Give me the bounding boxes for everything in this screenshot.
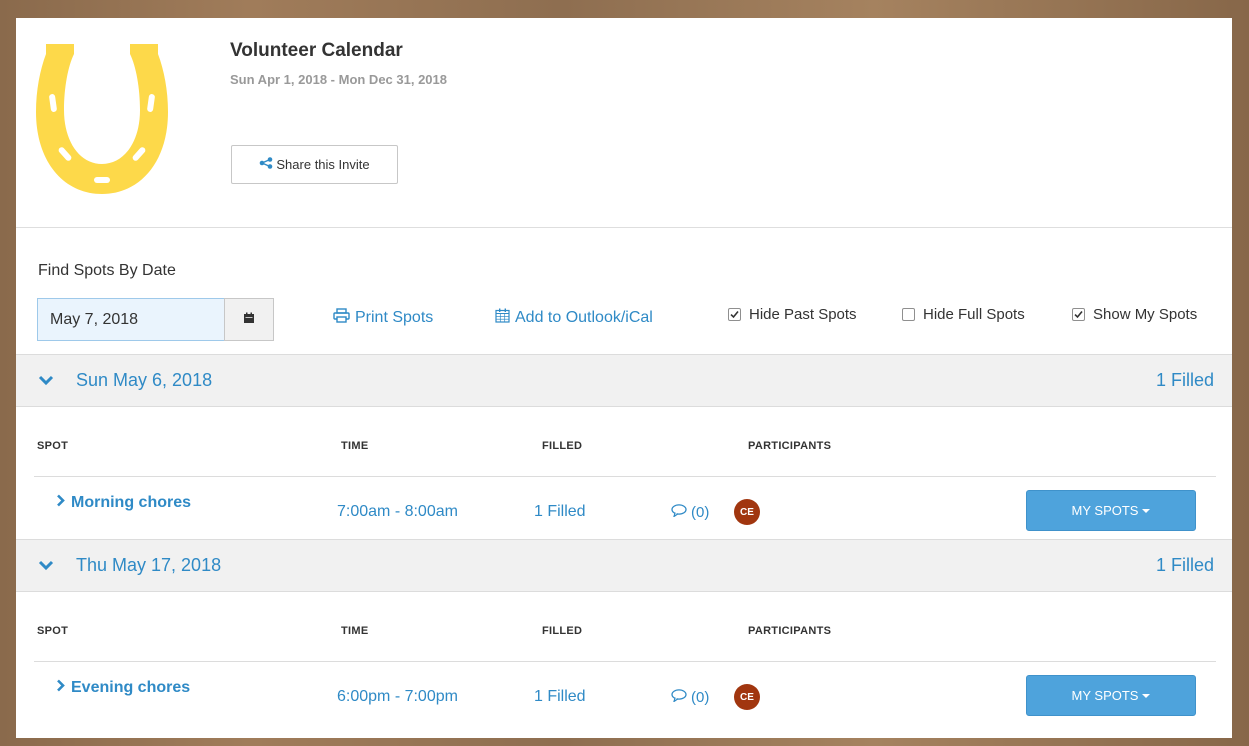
date-group-label: Thu May 17, 2018 xyxy=(76,555,222,575)
my-spots-button[interactable]: MY SPOTS xyxy=(1026,675,1196,716)
print-spots-link[interactable]: Print Spots xyxy=(333,308,433,328)
column-header-spot: SPOT xyxy=(37,440,69,452)
column-header-filled: FILLED xyxy=(542,440,583,452)
comment-icon xyxy=(671,504,691,521)
hide-past-label: Hide Past Spots xyxy=(749,306,857,323)
calendar-icon xyxy=(243,311,255,329)
comments-count: (0) xyxy=(691,689,710,706)
comments-count: (0) xyxy=(691,504,710,521)
column-header-spot: SPOT xyxy=(37,625,69,637)
date-input[interactable] xyxy=(37,298,224,341)
print-spots-label: Print Spots xyxy=(355,309,434,326)
date-group-header[interactable]: Thu May 17, 2018 1 Filled xyxy=(16,539,1232,592)
chevron-down-icon xyxy=(38,373,54,391)
hide-full-checkbox[interactable]: Hide Full Spots xyxy=(902,306,1025,323)
column-header-filled: FILLED xyxy=(542,625,583,637)
add-outlook-link[interactable]: Add to Outlook/iCal xyxy=(495,308,653,328)
calendar-button[interactable] xyxy=(224,298,274,341)
spot-filled: 1 Filled xyxy=(534,503,586,520)
spot-name-link[interactable]: Evening chores xyxy=(56,679,190,697)
date-group-header[interactable]: Sun May 6, 2018 1 Filled xyxy=(16,354,1232,407)
my-spots-button[interactable]: MY SPOTS xyxy=(1026,490,1196,531)
my-spots-label: MY SPOTS xyxy=(1071,503,1139,518)
spot-name-label: Morning chores xyxy=(71,494,192,511)
add-outlook-label: Add to Outlook/iCal xyxy=(515,309,653,326)
show-my-checkbox[interactable]: Show My Spots xyxy=(1072,306,1197,323)
chevron-right-icon xyxy=(56,679,71,697)
signup-header: Volunteer Calendar Sun Apr 1, 2018 - Mon… xyxy=(16,18,1232,228)
column-header-participants: PARTICIPANTS xyxy=(748,440,832,452)
date-group-filled: 1 Filled xyxy=(1155,555,1214,575)
calendar-icon xyxy=(495,308,515,328)
checkbox-checked-icon xyxy=(1072,308,1085,321)
column-header-participants: PARTICIPANTS xyxy=(748,625,832,637)
comment-icon xyxy=(671,689,691,706)
participant-avatar[interactable]: CE xyxy=(734,684,760,710)
column-header-time: TIME xyxy=(341,625,369,637)
checkbox-unchecked-icon xyxy=(902,308,915,321)
hide-past-checkbox[interactable]: Hide Past Spots xyxy=(728,306,857,323)
find-spots-label: Find Spots By Date xyxy=(38,262,176,279)
checkbox-checked-icon xyxy=(728,308,741,321)
background-top xyxy=(0,0,1249,18)
hide-full-label: Hide Full Spots xyxy=(923,306,1025,323)
share-icon xyxy=(259,157,276,172)
page-title: Volunteer Calendar xyxy=(230,40,403,61)
spot-name-link[interactable]: Morning chores xyxy=(56,494,191,512)
spot-name-label: Evening chores xyxy=(71,679,191,696)
date-range: Sun Apr 1, 2018 - Mon Dec 31, 2018 xyxy=(230,72,447,87)
date-group-label: Sun May 6, 2018 xyxy=(76,370,213,390)
share-invite-button[interactable]: Share this Invite xyxy=(231,145,398,184)
comments-link[interactable]: (0) xyxy=(671,504,709,521)
row-divider xyxy=(34,661,1216,662)
participant-avatar[interactable]: CE xyxy=(734,499,760,525)
chevron-right-icon xyxy=(56,494,71,512)
show-my-label: Show My Spots xyxy=(1093,306,1198,323)
horseshoe-logo-icon xyxy=(34,36,170,203)
comments-link[interactable]: (0) xyxy=(671,689,709,706)
row-divider xyxy=(34,476,1216,477)
date-group-filled: 1 Filled xyxy=(1155,370,1214,390)
signup-panel: Volunteer Calendar Sun Apr 1, 2018 - Mon… xyxy=(16,18,1232,738)
caret-down-icon xyxy=(1142,693,1151,698)
spot-filled: 1 Filled xyxy=(534,688,586,705)
my-spots-label: MY SPOTS xyxy=(1071,688,1139,703)
share-invite-label: Share this Invite xyxy=(276,157,370,172)
printer-icon xyxy=(333,308,355,328)
chevron-down-icon xyxy=(38,558,54,576)
date-picker xyxy=(37,298,274,341)
caret-down-icon xyxy=(1142,508,1151,513)
spot-time: 6:00pm - 7:00pm xyxy=(337,688,458,705)
column-header-time: TIME xyxy=(341,440,369,452)
spot-time: 7:00am - 8:00am xyxy=(337,503,458,520)
